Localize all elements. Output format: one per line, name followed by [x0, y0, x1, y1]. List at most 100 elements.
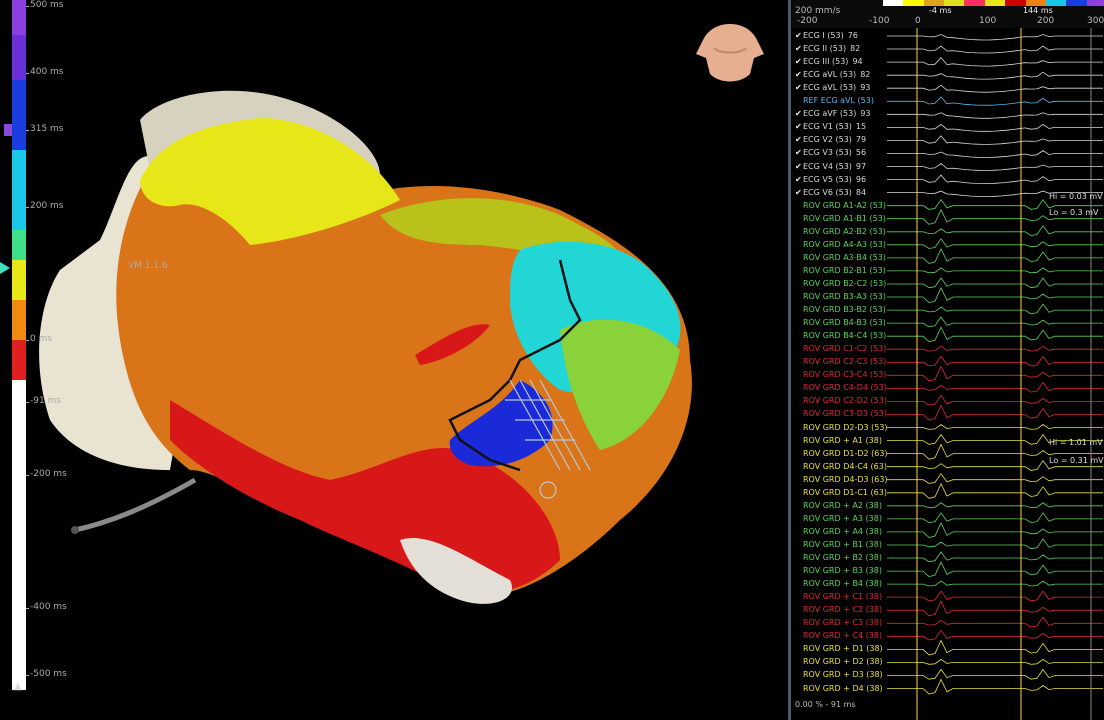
channel-value: 84 — [855, 187, 867, 197]
channel-checkbox[interactable]: ✔ — [795, 83, 803, 92]
channel-row[interactable]: ROV GRD B3-A3 (53) — [795, 292, 890, 301]
orientation-torso-icon[interactable] — [690, 18, 770, 90]
channel-row[interactable]: ROV GRD + D3 (38) — [795, 670, 887, 679]
channel-value: 82 — [860, 70, 871, 80]
channel-checkbox[interactable]: ✔ — [795, 162, 803, 171]
channel-row[interactable]: ROV GRD D4-C4 (63) — [795, 462, 891, 471]
channel-row[interactable]: ROV GRD C3-C4 (53) — [795, 370, 890, 379]
heart-activation-map[interactable]: VM 1.1.6 — [0, 0, 788, 720]
channel-name: ECG V4 (53) — [803, 161, 852, 171]
channel-row[interactable]: ✔ECG V1 (53) 15 — [795, 122, 866, 131]
map-viewport[interactable]: ▲ ▲ VM 1.1.6 500 ms400 ms315 ms200 ms0 m… — [0, 0, 788, 720]
channel-row[interactable]: ROV GRD + A3 (38) — [795, 514, 886, 523]
channel-name: ROV GRD C3-C4 (53) — [803, 370, 887, 380]
channel-row[interactable]: ROV GRD B3-B2 (53) — [795, 305, 890, 314]
channel-row[interactable]: ✔ECG V2 (53) 79 — [795, 135, 866, 144]
channel-row[interactable]: ROV GRD + B4 (38) — [795, 579, 886, 588]
channel-name: ECG I (53) — [803, 31, 844, 40]
channel-checkbox[interactable]: ✔ — [795, 175, 803, 184]
channel-trace — [887, 678, 1103, 695]
channel-name: ROV GRD B3-B2 (53) — [803, 305, 886, 315]
channel-row[interactable]: ROV GRD C1-C2 (53) — [795, 344, 890, 353]
channel-row[interactable]: ✔ECG V4 (53) 97 — [795, 162, 866, 171]
channel-checkbox[interactable]: ✔ — [795, 135, 803, 144]
channel-checkbox[interactable]: ✔ — [795, 44, 803, 53]
channel-row[interactable]: ROV GRD D2-D3 (53) — [795, 423, 892, 432]
channel-row[interactable]: ROV GRD D1-C1 (63) — [795, 488, 891, 497]
channel-checkbox[interactable]: ✔ — [795, 70, 803, 79]
channel-trace — [887, 247, 1103, 264]
channel-name: ROV GRD + C2 (38) — [803, 605, 883, 615]
channel-checkbox[interactable]: ✔ — [795, 31, 803, 40]
channel-row[interactable]: ROV GRD + D4 (38) — [795, 684, 887, 693]
colorbar-cell — [883, 0, 904, 6]
channel-name: ROV GRD B4-B3 (53) — [803, 318, 886, 328]
channel-row[interactable]: ROV GRD + A2 (38) — [795, 501, 886, 510]
channel-row[interactable]: ROV GRD A1-A2 (53) — [795, 201, 890, 210]
channel-row[interactable]: ROV GRD C2-D2 (53) — [795, 396, 891, 405]
channel-row[interactable]: ✔ECG aVL (53) 93 — [795, 83, 870, 92]
channel-trace — [887, 424, 1103, 430]
channel-checkbox[interactable]: ✔ — [795, 188, 803, 197]
channel-name: ECG V3 (53) — [803, 148, 852, 158]
channel-row[interactable]: ROV GRD C3-D3 (53) — [795, 409, 891, 418]
channel-row[interactable]: ✔ECG V5 (53) 96 — [795, 175, 866, 184]
channel-checkbox[interactable]: ✔ — [795, 57, 803, 66]
channel-checkbox[interactable]: ✔ — [795, 109, 803, 118]
channel-row[interactable]: ROV GRD D4-D3 (63) — [795, 475, 892, 484]
channel-checkbox[interactable]: ✔ — [795, 122, 803, 131]
channel-trace — [887, 551, 1103, 563]
channel-row[interactable]: ROV GRD B4-C4 (53) — [795, 331, 890, 340]
channel-row[interactable]: ROV GRD + A4 (38) — [795, 527, 886, 536]
channel-row[interactable]: ROV GRD C4-D4 (53) — [795, 383, 891, 392]
electrogram-panel[interactable]: 200 mm/s -4 ms 144 ms -200 -100 0 100 200 300… — [788, 0, 1104, 720]
channel-trace — [887, 162, 1103, 171]
channel-name: ROV GRD + D4 (38) — [803, 683, 883, 693]
channel-row[interactable]: ✔ECG V3 (53) 56 — [795, 148, 866, 157]
channel-row[interactable]: ROV GRD + A1 (38) — [795, 436, 886, 445]
channel-trace — [887, 512, 1103, 524]
channel-name: ROV GRD B3-A3 (53) — [803, 292, 887, 301]
channel-row[interactable]: ROV GRD + D1 (38) — [795, 644, 887, 653]
channel-row[interactable]: ROV GRD B4-B3 (53) — [795, 318, 890, 327]
ruler-start-label: -4 ms — [929, 6, 952, 15]
channel-row[interactable]: REF ECG aVL (53) — [795, 96, 878, 105]
channel-row[interactable]: ROV GRD A1-B1 (53) — [795, 214, 890, 223]
channel-row[interactable]: ROV GRD + B1 (38) — [795, 540, 886, 549]
time-axis-label: -200 — [797, 16, 818, 26]
channel-row[interactable]: ROV GRD + B3 (38) — [795, 566, 886, 575]
channel-row[interactable]: ✔ECG aVL (53) 82 — [795, 70, 870, 79]
channel-row[interactable]: ✔ECG V6 (53) 84 — [795, 188, 866, 197]
channel-trace — [887, 316, 1103, 328]
channel-checkbox[interactable]: ✔ — [795, 148, 803, 157]
channel-name: ROV GRD + D2 (38) — [803, 657, 883, 667]
channel-row[interactable]: ROV GRD A3-B4 (53) — [795, 253, 890, 262]
scale-tick-label: 200 ms — [26, 201, 64, 211]
channel-row[interactable]: ✔ECG III (53) 94 — [795, 57, 863, 66]
channel-row[interactable]: ✔ECG II (53) 82 — [795, 44, 860, 53]
channel-name: ROV GRD B4-C4 (53) — [803, 331, 887, 341]
channel-row[interactable]: ROV GRD C2-C3 (53) — [795, 357, 890, 366]
channel-row[interactable]: ROV GRD A2-B2 (53) — [795, 227, 890, 236]
catheter-shaft — [74, 477, 197, 533]
channel-row[interactable]: ✔ECG I (53) 76 — [795, 31, 858, 40]
channel-row[interactable]: ROV GRD B2-B1 (53) — [795, 266, 890, 275]
channel-name: ROV GRD + D3 (38) — [803, 670, 883, 680]
channel-trace — [887, 135, 1103, 145]
channel-row[interactable]: ROV GRD D1-D2 (63) — [795, 449, 892, 458]
channel-trace — [887, 404, 1103, 421]
channel-name: ROV GRD D4-D3 (63) — [803, 474, 888, 484]
channel-row[interactable]: ROV GRD + C3 (38) — [795, 618, 886, 627]
channel-row[interactable]: ROV GRD + C1 (38) — [795, 592, 886, 601]
channel-trace — [887, 123, 1103, 132]
channel-row[interactable]: ROV GRD + C2 (38) — [795, 605, 886, 614]
channel-row[interactable]: ROV GRD A4-A3 (53) — [795, 240, 890, 249]
channel-row[interactable]: ROV GRD + B2 (38) — [795, 553, 886, 562]
channel-row[interactable]: ROV GRD B2-C2 (53) — [795, 279, 890, 288]
channel-row[interactable]: ROV GRD + C4 (38) — [795, 631, 886, 640]
channel-row[interactable]: ROV GRD + D2 (38) — [795, 657, 887, 666]
channel-value: 56 — [855, 148, 867, 158]
channel-row[interactable]: ✔ECG aVF (53) 93 — [795, 109, 871, 118]
channel-name: ROV GRD C2-C3 (53) — [803, 357, 887, 367]
channel-name: ECG V6 (53) — [803, 187, 852, 197]
